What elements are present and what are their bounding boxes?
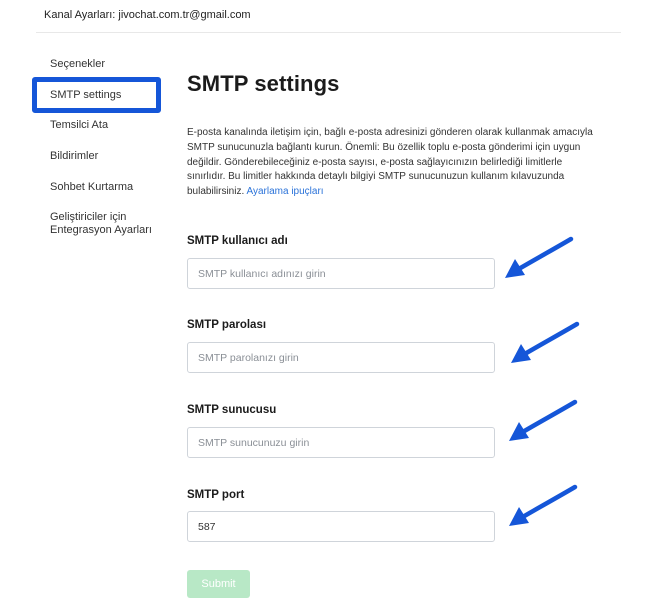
channel-settings-title: Kanal Ayarları: jivochat.com.tr@gmail.co… bbox=[44, 9, 251, 21]
setup-tips-link[interactable]: Ayarlama ipuçları bbox=[246, 186, 323, 197]
arrow-pointer-icon bbox=[505, 236, 574, 278]
sidebar-item-assign-agent[interactable]: Temsilci Ata bbox=[50, 119, 108, 132]
sidebar-item-chat-recovery[interactable]: Sohbet Kurtarma bbox=[50, 181, 133, 194]
smtp-server-input[interactable] bbox=[187, 427, 495, 458]
page-title: SMTP settings bbox=[187, 71, 340, 96]
sidebar-item-notifications[interactable]: Bildirimler bbox=[50, 150, 98, 163]
smtp-port-input[interactable] bbox=[187, 511, 495, 542]
smtp-password-input[interactable] bbox=[187, 342, 495, 373]
smtp-description: E-posta kanalında iletişim için, bağlı e… bbox=[187, 126, 595, 200]
smtp-username-label: SMTP kullanıcı adı bbox=[187, 235, 288, 247]
header-divider bbox=[36, 32, 621, 33]
smtp-port-label: SMTP port bbox=[187, 489, 245, 501]
arrow-pointer-icon bbox=[509, 399, 578, 441]
sidebar-item-options[interactable]: Seçenekler bbox=[50, 58, 105, 71]
arrow-pointer-icon bbox=[511, 321, 580, 363]
sidebar-item-developer-integration[interactable]: Geliştiriciler için Entegrasyon Ayarları bbox=[50, 211, 160, 237]
smtp-username-input[interactable] bbox=[187, 258, 495, 289]
smtp-server-label: SMTP sunucusu bbox=[187, 404, 277, 416]
arrow-pointer-icon bbox=[509, 484, 578, 526]
submit-button[interactable]: Submit bbox=[187, 570, 250, 598]
smtp-password-label: SMTP parolası bbox=[187, 319, 267, 331]
sidebar-item-smtp-settings[interactable]: SMTP settings bbox=[50, 89, 121, 102]
